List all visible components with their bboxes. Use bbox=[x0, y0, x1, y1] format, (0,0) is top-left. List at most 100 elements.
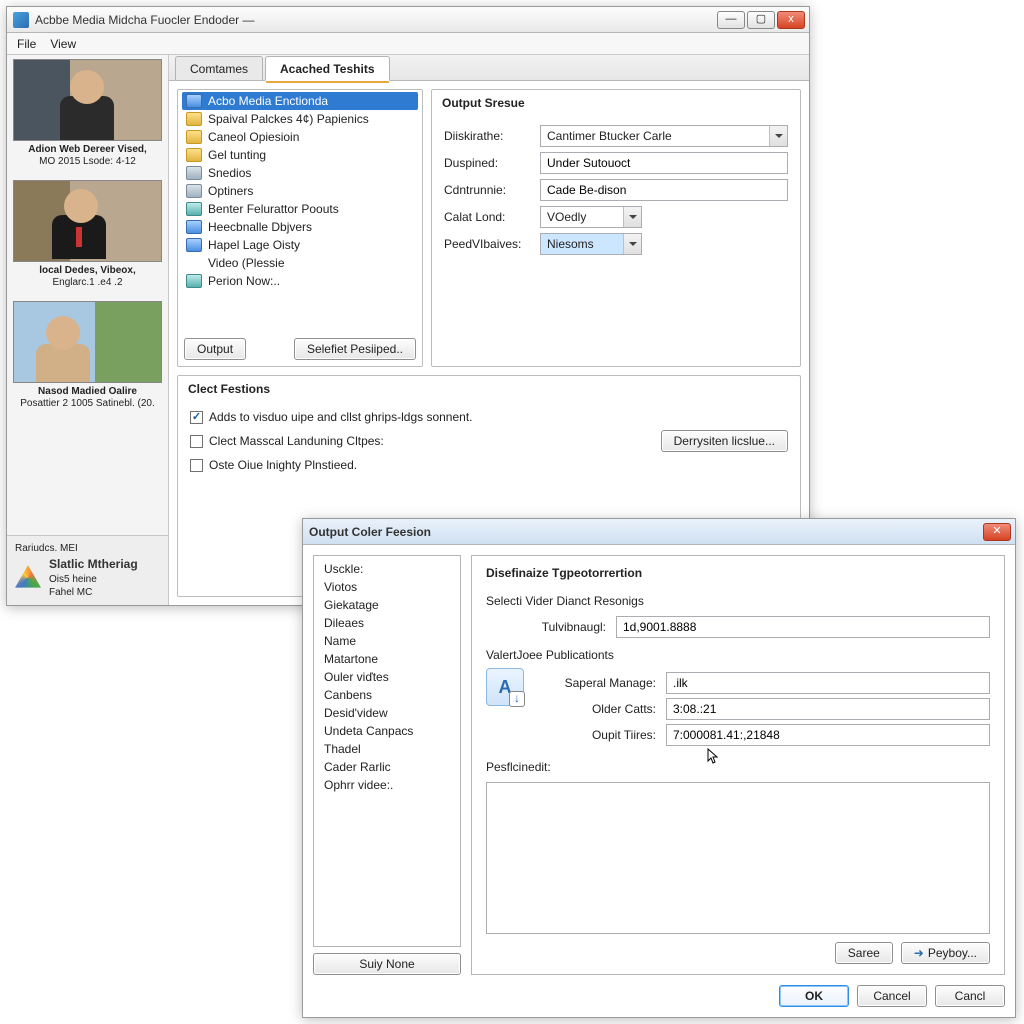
select-preset-button[interactable]: Selefiet Pesiiped.. bbox=[294, 338, 416, 360]
folder-icon bbox=[186, 166, 202, 180]
menu-file[interactable]: File bbox=[17, 37, 36, 51]
checkbox-icon bbox=[190, 435, 203, 448]
output-panel: Output Sresue Diiskirathe: Cantimer Btuc… bbox=[431, 89, 801, 367]
tree-item[interactable]: Caneol Opiesioin bbox=[182, 128, 418, 146]
list-item[interactable]: Cader Rarlic bbox=[314, 758, 460, 776]
main-window: Acbbe Media Midcha Fuocler Endoder — — ▢… bbox=[6, 6, 810, 606]
corunnie-label: Cdntrunnie: bbox=[444, 183, 532, 197]
thumbnail-item[interactable]: Nasod Madied OalirePosattier 2 1005 Sati… bbox=[7, 297, 168, 418]
folder-icon bbox=[186, 238, 202, 252]
derrysiten-button[interactable]: Derrysiten licslue... bbox=[661, 430, 788, 452]
suiy-none-button[interactable]: Suiy None bbox=[313, 953, 461, 975]
list-item[interactable]: Viotos bbox=[314, 578, 460, 596]
tulvibnaugl-input[interactable] bbox=[616, 616, 990, 638]
dialog-title: Output Coler Feesion bbox=[309, 525, 983, 539]
minimize-button[interactable]: — bbox=[717, 11, 745, 29]
document-icon[interactable]: A bbox=[486, 668, 524, 706]
menu-view[interactable]: View bbox=[50, 37, 76, 51]
list-item[interactable]: Desid'videw bbox=[314, 704, 460, 722]
tree-item[interactable]: Benter Felurattor Poouts bbox=[182, 200, 418, 218]
tree-item[interactable]: Snedios bbox=[182, 164, 418, 182]
pesf-textarea[interactable] bbox=[486, 782, 990, 934]
tab-comtames[interactable]: Comtames bbox=[175, 56, 263, 80]
thumbnail-item[interactable]: local Dedes, Vibeox,Englarc.1 .e4 .2 bbox=[7, 176, 168, 297]
menubar: File View bbox=[7, 33, 809, 55]
list-item[interactable]: Undeta Canpacs bbox=[314, 722, 460, 740]
dialog-titlebar[interactable]: Output Coler Feesion ✕ bbox=[303, 519, 1015, 545]
thumbnail-title: local Dedes, Vibeox, bbox=[15, 265, 160, 277]
thumbnail-subtitle: Posattier 2 1005 Satinebl. (20. bbox=[15, 398, 160, 410]
diskirathe-select[interactable]: Cantimer Btucker Carle bbox=[540, 125, 788, 147]
section-heading: Selecti Vider Dianct Resonigs bbox=[486, 594, 990, 608]
list-item[interactable]: Dileaes bbox=[314, 614, 460, 632]
folder-icon bbox=[186, 130, 202, 144]
window-title: Acbbe Media Midcha Fuocler Endoder — bbox=[35, 13, 717, 27]
list-item[interactable]: Ouler viďtes bbox=[314, 668, 460, 686]
folder-icon bbox=[186, 274, 202, 288]
dialog-category-list[interactable]: Usckle: Viotos Giekatage Dileaes Name Ma… bbox=[313, 555, 461, 947]
list-item[interactable]: Ophrr videe:. bbox=[314, 776, 460, 794]
festions-opt2[interactable]: Clect Masscal Landuning Cltpes: bbox=[190, 434, 643, 448]
tree-item[interactable]: Hapel Lage Oisty bbox=[182, 236, 418, 254]
tree-item[interactable]: Heecbnalle Dbjvers bbox=[182, 218, 418, 236]
thumbnail-image bbox=[13, 59, 162, 141]
corunnie-input[interactable] bbox=[540, 179, 788, 201]
festions-legend: Clect Festions bbox=[178, 376, 800, 402]
arrow-icon: ➜ bbox=[914, 946, 924, 960]
older-catts-input[interactable] bbox=[666, 698, 990, 720]
maximize-button[interactable]: ▢ bbox=[747, 11, 775, 29]
tree-item[interactable]: Perion Now:.. bbox=[182, 272, 418, 290]
peedv-label: PeedVIbaives: bbox=[444, 237, 532, 251]
calatond-label: Calat Lond: bbox=[444, 210, 532, 224]
tree-item[interactable]: Gel tunting bbox=[182, 146, 418, 164]
saree-button[interactable]: Saree bbox=[835, 942, 893, 964]
oupit-tiires-label: Oupit Tiires: bbox=[536, 728, 666, 742]
thumbnail-image bbox=[13, 301, 162, 383]
folder-icon bbox=[186, 202, 202, 216]
saperal-input[interactable] bbox=[666, 672, 990, 694]
list-item[interactable]: Giekatage bbox=[314, 596, 460, 614]
sidebar-footer-line: Fahel MC bbox=[49, 586, 138, 599]
close-button[interactable]: x bbox=[777, 11, 805, 29]
thumbnail-item[interactable]: Adion Web Dereer Vised,MO 2015 Lsode: 4-… bbox=[7, 55, 168, 176]
folder-icon bbox=[186, 184, 202, 198]
list-item[interactable]: Name bbox=[314, 632, 460, 650]
tree-item[interactable]: Acbo Media Enctionda bbox=[182, 92, 418, 110]
tree-item[interactable]: Spaival Palckes 4¢) Papienics bbox=[182, 110, 418, 128]
dialog-close-button[interactable]: ✕ bbox=[983, 523, 1011, 541]
sidebar-footer-line: Rariudcs. MEI bbox=[15, 542, 160, 555]
tulvibnaugl-label: Tulvibnaugl: bbox=[486, 620, 616, 634]
list-item[interactable]: Usckle: bbox=[314, 560, 460, 578]
output-button[interactable]: Output bbox=[184, 338, 246, 360]
output-dialog: Output Coler Feesion ✕ Usckle: Viotos Gi… bbox=[302, 518, 1016, 1018]
checkbox-icon bbox=[190, 411, 203, 424]
festions-opt3[interactable]: Oste Oiue lnighty Plnstieed. bbox=[190, 458, 643, 472]
tree-list[interactable]: Acbo Media Enctionda Spaival Palckes 4¢)… bbox=[178, 90, 422, 332]
tab-acached[interactable]: Acached Teshits bbox=[265, 56, 389, 81]
peedv-select[interactable]: Niesoms bbox=[540, 233, 642, 255]
tree-item[interactable]: Video (Plessie bbox=[182, 254, 418, 272]
dusplned-input[interactable] bbox=[540, 152, 788, 174]
chevron-down-icon bbox=[623, 234, 641, 254]
titlebar[interactable]: Acbbe Media Midcha Fuocler Endoder — — ▢… bbox=[7, 7, 809, 33]
sidebar-footer: Rariudcs. MEI Slatlic Mtheriag Ois5 hein… bbox=[7, 535, 168, 605]
calatond-select[interactable]: VOedly bbox=[540, 206, 642, 228]
thumbnail-subtitle: MO 2015 Lsode: 4-12 bbox=[15, 156, 160, 168]
tree-item[interactable]: Optiners bbox=[182, 182, 418, 200]
ok-button[interactable]: OK bbox=[779, 985, 849, 1007]
peyboy-button[interactable]: ➜Peyboy... bbox=[901, 942, 990, 964]
cancel-button[interactable]: Cancel bbox=[857, 985, 927, 1007]
oupit-tiires-input[interactable] bbox=[666, 724, 990, 746]
thumbnail-sidebar: Adion Web Dereer Vised,MO 2015 Lsode: 4-… bbox=[7, 55, 169, 605]
festions-opt1[interactable]: Adds to visduo uipe and cllst ghrips-ldg… bbox=[190, 410, 643, 424]
list-item[interactable]: Thadel bbox=[314, 740, 460, 758]
output-legend: Output Sresue bbox=[432, 90, 800, 116]
dialog-right-panel: Disefinaize Tgpeotorrertion Selecti Vide… bbox=[471, 555, 1005, 975]
app-icon bbox=[13, 12, 29, 28]
chevron-down-icon bbox=[769, 126, 787, 146]
diskirathe-label: Diiskirathe: bbox=[444, 129, 532, 143]
cancl-button[interactable]: Cancl bbox=[935, 985, 1005, 1007]
thumbnail-title: Adion Web Dereer Vised, bbox=[15, 144, 160, 156]
list-item[interactable]: Matartone bbox=[314, 650, 460, 668]
list-item[interactable]: Canbens bbox=[314, 686, 460, 704]
